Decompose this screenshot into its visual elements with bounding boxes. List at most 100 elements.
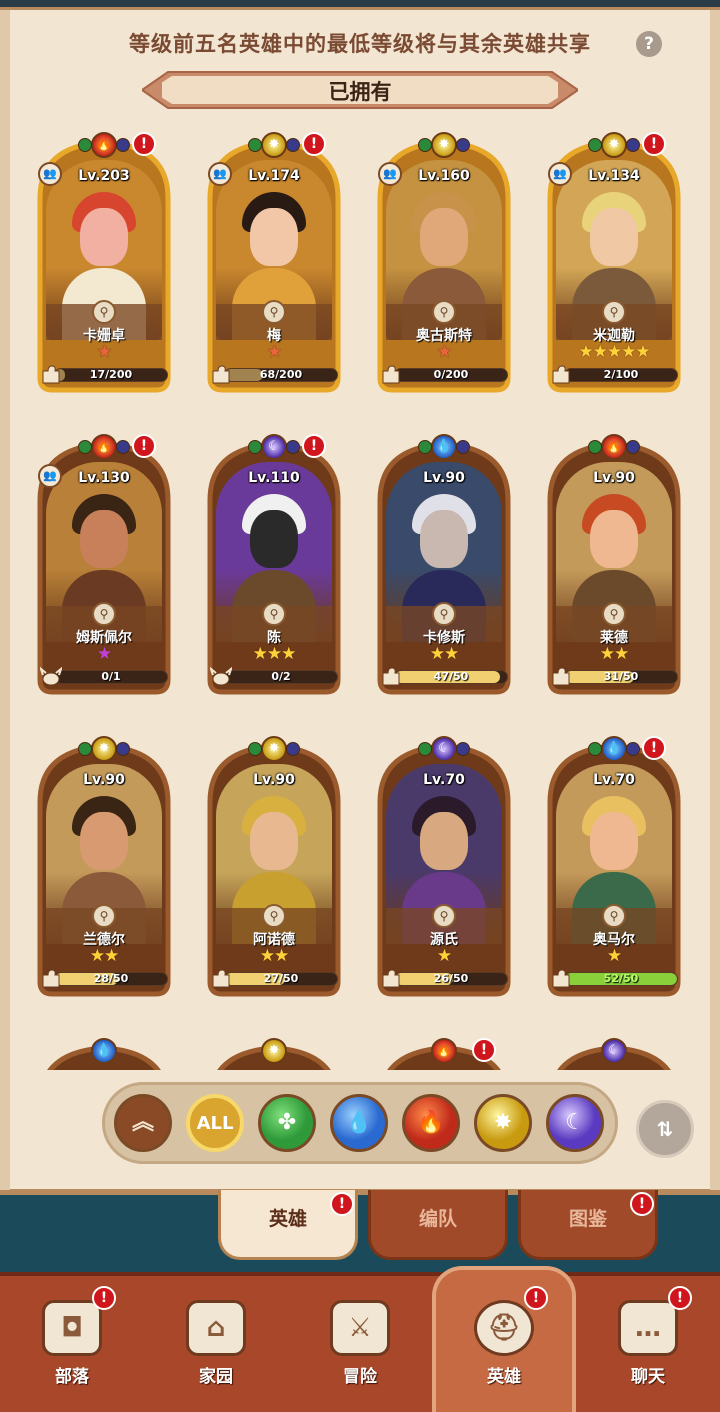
hero-level: Lv.90: [423, 470, 465, 486]
role-icon: ⚲: [92, 602, 116, 626]
hero-card-partial[interactable]: ☾: [546, 1034, 682, 1070]
hero-face: [250, 812, 298, 870]
puzzle-piece-icon: [380, 967, 402, 989]
alert-badge: !: [630, 1192, 654, 1216]
hero-stars: ★★: [599, 644, 629, 664]
puzzle-piece-icon: [550, 665, 572, 687]
filter-nature-button[interactable]: ✤: [258, 1094, 316, 1152]
help-icon[interactable]: ?: [636, 31, 662, 57]
viking-helmet-icon: ⛑: [474, 1300, 534, 1356]
role-icon: ⚲: [432, 602, 456, 626]
puzzle-piece-icon: [210, 967, 232, 989]
hero-stars: ★★★★★: [578, 342, 650, 362]
nav-swords[interactable]: ⚔ 冒险: [300, 1290, 420, 1410]
element-mini-icon: [248, 138, 262, 152]
element-mini-icon: [456, 440, 470, 454]
filter-fire-button[interactable]: 🔥: [402, 1094, 460, 1152]
hero-face: [80, 812, 128, 870]
hero-stars: ★: [606, 946, 622, 966]
moon-element-icon: ☾: [431, 736, 457, 762]
nav-chat[interactable]: … 聊天!: [588, 1286, 708, 1410]
hero-card[interactable]: Lv.174 ⚲ 梅 ★ 68/200 ✸! 👥: [206, 128, 342, 400]
hero-card[interactable]: Lv.90 ⚲ 阿诺德 ★★ 27/50 ✸: [206, 732, 342, 1004]
light-element-icon: ✸: [91, 736, 117, 762]
hero-face: [80, 510, 128, 568]
nav-shield[interactable]: ◘ 部落!: [12, 1286, 132, 1410]
hero-card-partial[interactable]: 🔥!: [376, 1034, 512, 1070]
tab-label: 图鉴: [568, 1208, 607, 1230]
hero-face: [80, 208, 128, 266]
section-banner: 已拥有: [142, 68, 578, 112]
alert-badge: !: [132, 434, 156, 458]
nav-viking-helmet[interactable]: ⛑ 英雄!: [444, 1286, 564, 1410]
puzzle-piece-icon: [550, 967, 572, 989]
filter-all-button[interactable]: ALL: [186, 1094, 244, 1152]
hero-stars: ★: [266, 342, 282, 362]
swords-icon: ⚔: [330, 1300, 390, 1356]
element-mini-icon: [78, 440, 92, 454]
viking-helmet-icon: [38, 665, 64, 687]
sort-button[interactable]: ⇅: [636, 1100, 694, 1158]
hero-level: Lv.90: [83, 772, 125, 788]
shard-progress-text: 0/200: [433, 368, 469, 381]
element-mini-icon: [418, 440, 432, 454]
element-mini-icon: [626, 138, 640, 152]
shard-progress-text: 47/50: [433, 670, 469, 683]
hero-card[interactable]: Lv.160 ⚲ 奥古斯特 ★ 0/200 ✸ 👥: [376, 128, 512, 400]
hero-level: Lv.90: [593, 470, 635, 486]
hero-face: [420, 510, 468, 568]
hero-card[interactable]: Lv.110 ⚲ 陈 ★★★ 0/2 ☾!: [206, 430, 342, 702]
hero-grid: Lv.203 ⚲ 卡姗卓 ★ 17/200 🔥! 👥 Lv.174 ⚲ 梅 ★ 68/200 ✸! 👥 Lv…: [0, 118, 720, 1070]
role-icon: ⚲: [602, 602, 626, 626]
filter-light-button[interactable]: ✸: [474, 1094, 532, 1152]
alert-badge: !: [524, 1286, 548, 1310]
hero-card[interactable]: Lv.134 ⚲ 米迦勒 ★★★★★ 2/100 ✸! 👥: [546, 128, 682, 400]
filter-up-button[interactable]: ︽: [114, 1094, 172, 1152]
fire-element-icon: 🔥: [601, 434, 627, 460]
alert-badge: !: [472, 1038, 496, 1062]
hero-card[interactable]: Lv.90 ⚲ 莱德 ★★ 31/50 🔥: [546, 430, 682, 702]
role-icon: ⚲: [432, 300, 456, 324]
puzzle-piece-icon: [40, 363, 62, 385]
hero-stars: ★: [436, 342, 452, 362]
element-mini-icon: [588, 742, 602, 756]
role-icon: ⚲: [432, 904, 456, 928]
viking-helmet-icon: [208, 665, 234, 687]
light-element-icon: ✸: [261, 132, 287, 158]
role-icon: ⚲: [262, 602, 286, 626]
shard-progress-text: 2/100: [603, 368, 639, 381]
hero-stars: ★: [96, 342, 112, 362]
shard-progress-text: 52/50: [603, 972, 639, 985]
hero-stars: ★: [436, 946, 452, 966]
element-mini-icon: [286, 742, 300, 756]
level-share-info: 等级前五名英雄中的最低等级将与其余英雄共享: [129, 32, 591, 56]
hero-card-partial[interactable]: 💧: [36, 1034, 172, 1070]
filter-water-button[interactable]: 💧: [330, 1094, 388, 1152]
shard-progress-text: 0/1: [101, 670, 121, 683]
hero-card[interactable]: Lv.70 ⚲ 奥马尔 ★ 52/50 💧!: [546, 732, 682, 1004]
hero-card-partial[interactable]: ✸: [206, 1034, 342, 1070]
light-element-icon: ✸: [601, 132, 627, 158]
filter-moon-button[interactable]: ☾: [546, 1094, 604, 1152]
hero-card[interactable]: Lv.203 ⚲ 卡姗卓 ★ 17/200 🔥! 👥: [36, 128, 172, 400]
water-element-icon: 💧: [601, 736, 627, 762]
hero-card[interactable]: Lv.90 ⚲ 卡修斯 ★★ 47/50 💧: [376, 430, 512, 702]
element-mini-icon: [286, 440, 300, 454]
alert-badge: !: [302, 132, 326, 156]
shard-progress-text: 68/200: [259, 368, 303, 381]
alert-badge: !: [330, 1192, 354, 1216]
light-element-icon: ✸: [431, 132, 457, 158]
hero-level: Lv.70: [593, 772, 635, 788]
tab-1[interactable]: 编队: [368, 1190, 508, 1260]
shard-progress-text: 27/50: [263, 972, 299, 985]
group-icon: 👥: [38, 464, 62, 488]
hero-card[interactable]: Lv.130 ⚲ 姆斯佩尔 ★ 0/1 🔥! 👥: [36, 430, 172, 702]
hero-card[interactable]: Lv.70 ⚲ 源氏 ★ 26/50 ☾: [376, 732, 512, 1004]
hero-face: [250, 208, 298, 266]
nav-home[interactable]: ⌂ 家园: [156, 1290, 276, 1410]
hero-card[interactable]: Lv.90 ⚲ 兰德尔 ★★ 28/50 ✸: [36, 732, 172, 1004]
group-icon: 👥: [38, 162, 62, 186]
role-icon: ⚲: [262, 300, 286, 324]
role-icon: ⚲: [602, 300, 626, 324]
nav-label: 家园: [199, 1367, 233, 1387]
